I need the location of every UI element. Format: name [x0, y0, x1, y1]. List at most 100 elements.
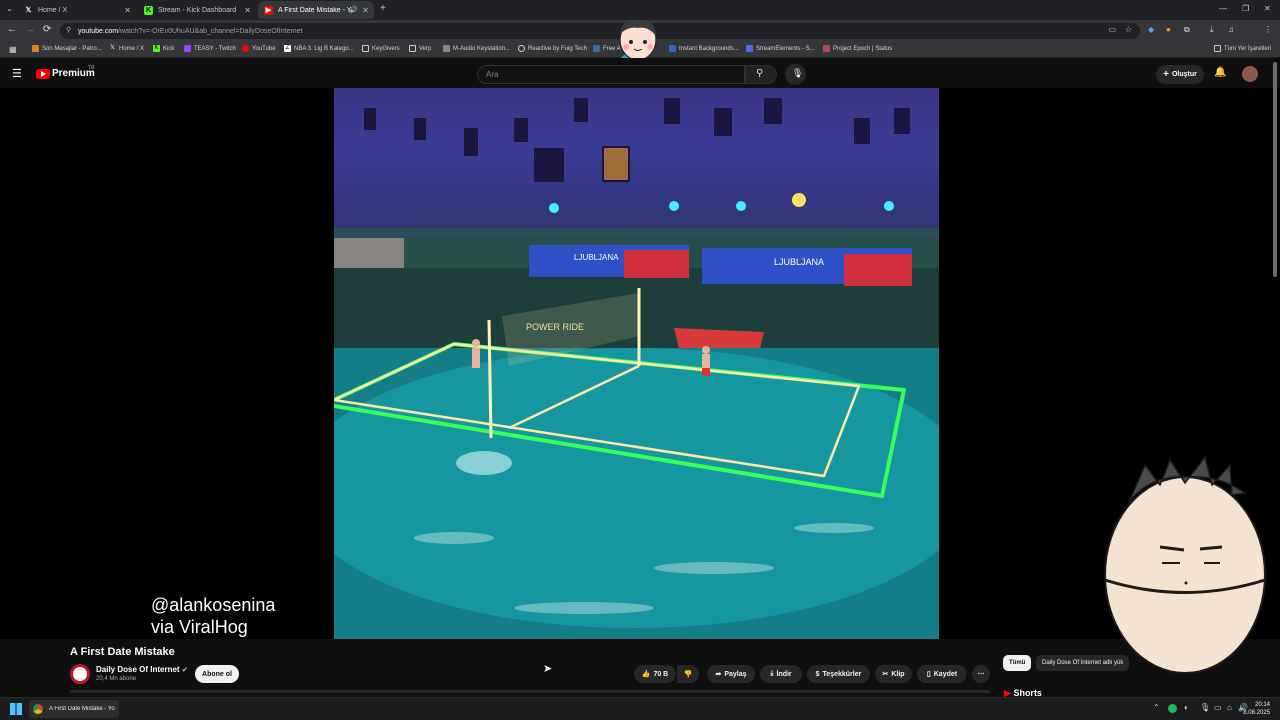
- bell-icon[interactable]: 🔔: [1214, 67, 1226, 78]
- bookmark-item[interactable]: Son Mesajlar - Patro...: [32, 45, 102, 52]
- extension-icon[interactable]: ◆: [1148, 25, 1154, 34]
- download-button[interactable]: ⤓ İndir: [760, 665, 802, 683]
- subscribe-button[interactable]: Abone ol: [195, 665, 239, 683]
- bookmark-icon: [518, 45, 525, 52]
- bookmark-item[interactable]: Project Epoch | Status: [823, 45, 892, 52]
- forward-icon[interactable]: →: [25, 24, 35, 35]
- hamburger-menu-icon[interactable]: ☰: [12, 67, 22, 80]
- close-icon[interactable]: ✕: [124, 6, 131, 15]
- bookmark-item[interactable]: Z NBA 3. Lig B Katego...: [284, 45, 354, 52]
- window-close-button[interactable]: ✕: [1264, 4, 1271, 13]
- microphone-icon: 🎙: [792, 68, 804, 78]
- create-button[interactable]: + Oluştur: [1156, 65, 1204, 84]
- address-path: /watch?v=-OrEv0UhuAU&ab_channel=DailyDos…: [118, 27, 303, 35]
- folder-icon: [362, 45, 369, 52]
- site-info-icon[interactable]: ⚲: [66, 26, 71, 34]
- x-icon: 𝕏: [110, 45, 115, 51]
- tab-kick[interactable]: K Stream - Kick Dashboard ✕: [138, 1, 256, 19]
- kick-icon: K: [153, 45, 160, 52]
- install-icon[interactable]: ▭: [1108, 25, 1116, 34]
- star-icon[interactable]: ☆: [1125, 25, 1132, 34]
- folder-icon: [409, 45, 416, 52]
- more-actions-button[interactable]: ⋯: [972, 665, 990, 683]
- progress-bar[interactable]: [70, 690, 990, 693]
- bookmark-item[interactable]: Reactive by Fuig Tech: [518, 45, 587, 52]
- dislike-button[interactable]: 👎: [677, 665, 699, 683]
- address-bar[interactable]: ⚲ youtube.com/watch?v=-OrEv0UhuAU&ab_cha…: [60, 23, 1140, 39]
- channel-name[interactable]: Daily Dose Of Internet ✔: [96, 665, 188, 674]
- puzzle-icon[interactable]: ⧉: [1184, 25, 1190, 35]
- bookmark-item[interactable]: K Kick: [153, 45, 174, 52]
- bookmark-item[interactable]: TEASY - Twitch: [184, 45, 236, 52]
- share-button[interactable]: ➦ Paylaş: [707, 665, 755, 683]
- mic-tray-icon[interactable]: 🎙: [1200, 703, 1210, 712]
- page-scrollbar[interactable]: [1273, 62, 1277, 277]
- new-tab-button[interactable]: +: [380, 3, 386, 14]
- like-button[interactable]: 👍 70 B: [634, 665, 676, 683]
- save-button[interactable]: ▯ Kaydet: [917, 665, 967, 683]
- plus-icon: +: [1163, 69, 1169, 80]
- media-icon[interactable]: ♫: [1228, 25, 1234, 34]
- speaker-icon[interactable]: 🔊: [349, 6, 358, 14]
- voice-search-button[interactable]: 🎙: [785, 64, 806, 85]
- bookmark-item[interactable]: 𝕏 Home / X: [109, 45, 144, 52]
- tab-label: A First Date Mistake - YouT: [278, 6, 354, 14]
- tab-search-icon[interactable]: ⌄: [6, 4, 13, 13]
- tab-youtube[interactable]: ▶ A First Date Mistake - YouT 🔊 ✕: [258, 1, 374, 19]
- thanks-button[interactable]: $ Teşekkürler: [807, 665, 870, 683]
- video-player[interactable]: LJUBLJANA LJUBLJANA POWER RIDE: [334, 88, 939, 639]
- reload-icon[interactable]: ⟳: [43, 24, 51, 35]
- steam-icon[interactable]: ◐: [1184, 703, 1189, 712]
- tray-chevron-icon[interactable]: ⌃: [1153, 703, 1160, 712]
- download-icon[interactable]: ⤓: [1210, 25, 1214, 35]
- maximize-button[interactable]: ❐: [1242, 4, 1249, 13]
- spotify-icon[interactable]: [1168, 704, 1177, 713]
- system-clock[interactable]: 20:14 8.08.2025: [1243, 701, 1270, 717]
- clock-time: 20:14: [1254, 702, 1270, 708]
- x-icon: 𝕏: [25, 6, 32, 14]
- back-icon[interactable]: ←: [7, 24, 17, 35]
- windows-start-icon[interactable]: [10, 703, 22, 715]
- search-button[interactable]: ⚲: [745, 65, 777, 84]
- banner-text: LJUBLJANA: [774, 257, 824, 267]
- share-icon: ➦: [715, 671, 722, 678]
- credit-source: via ViralHog: [151, 617, 248, 637]
- region-badge: TR: [88, 65, 95, 71]
- bookmark-item[interactable]: M-Audio Keystation...: [443, 45, 510, 52]
- bookmark-icon: [32, 45, 39, 52]
- search-input[interactable]: Ara: [477, 65, 745, 84]
- bookmark-icon: [823, 45, 830, 52]
- youtube-logo-icon[interactable]: [36, 69, 50, 79]
- close-icon[interactable]: ✕: [244, 6, 251, 15]
- taskbar-chrome-window[interactable]: A First Date Mistake - Yo: [29, 700, 119, 718]
- bookmark-item[interactable]: StreamElements - S...: [746, 45, 815, 52]
- bookmark-folder[interactable]: Tüm Yer İşaretleri: [1214, 45, 1271, 52]
- extension-icon-2[interactable]: ●: [1166, 25, 1171, 34]
- bookmark-folder[interactable]: KeyGivers: [362, 45, 400, 52]
- bookmark-folder[interactable]: Verp: [409, 45, 431, 52]
- net-text: POWER RIDE: [526, 322, 584, 332]
- channel-avatar[interactable]: [70, 664, 90, 684]
- kick-icon: K: [144, 5, 153, 15]
- chip-all[interactable]: Tümü: [1003, 655, 1032, 671]
- bookmark-item[interactable]: YouTube: [242, 45, 276, 52]
- clip-button[interactable]: ✂ Klip: [875, 665, 912, 683]
- clock-date: 8.08.2025: [1243, 710, 1270, 716]
- thanks-icon: $: [815, 670, 820, 678]
- tab-x[interactable]: 𝕏 Home / X ✕: [18, 1, 136, 19]
- bookmark-icon: [746, 45, 753, 52]
- close-icon[interactable]: ✕: [362, 6, 369, 15]
- menu-icon[interactable]: ⋮: [1264, 25, 1272, 34]
- display-icon[interactable]: ▭: [1214, 703, 1222, 712]
- network-icon[interactable]: ⌂: [1227, 703, 1232, 712]
- youtube-icon: [242, 45, 249, 52]
- account-avatar[interactable]: [1242, 66, 1258, 82]
- search-placeholder: Ara: [486, 70, 499, 79]
- subscriber-count: 20,4 Mn abone: [96, 676, 137, 682]
- minimize-button[interactable]: —: [1219, 4, 1227, 13]
- apps-icon[interactable]: ▦: [9, 45, 17, 54]
- bookmark-icon: [669, 45, 676, 52]
- video-title: A First Date Mistake: [70, 646, 175, 658]
- bookmark-item[interactable]: Instant Backgrounds...: [669, 45, 739, 52]
- bookmark-icon: [593, 45, 600, 52]
